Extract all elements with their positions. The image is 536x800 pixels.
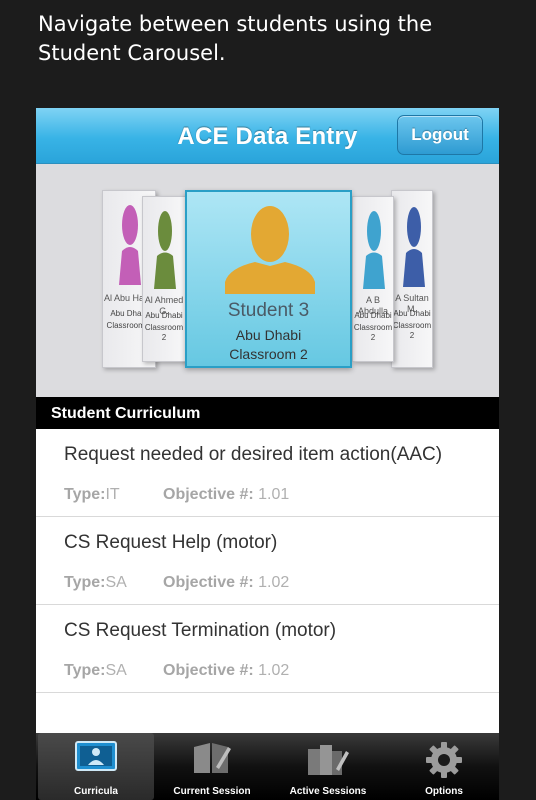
student-location: Abu Dhabi [354, 311, 392, 320]
student-classroom: Classroom 2 [392, 321, 432, 340]
tab-label: Options [425, 786, 463, 797]
logout-button[interactable]: Logout [397, 115, 483, 155]
tab-label: Active Sessions [289, 786, 367, 797]
student-card[interactable]: A B Abdulla Abu Dhabi Classroom 2 [352, 196, 394, 362]
objective-label: Objective #: [163, 486, 254, 503]
tab-curricula[interactable]: Curricula [38, 733, 154, 800]
student-carousel[interactable]: Al Abu Hajar Abu Dhabi Classroom 1 Al Ah… [36, 164, 499, 397]
student-avatar-icon [154, 211, 176, 289]
objective-label: Objective #: [163, 662, 254, 679]
student-location: Abu Dhabi [235, 327, 302, 343]
books-icon [308, 745, 349, 775]
objective-value: 1.01 [258, 486, 290, 503]
tab-current-session[interactable]: Current Session [154, 733, 270, 800]
type-value: SA [105, 574, 127, 591]
book-icon [194, 743, 231, 773]
type-value: SA [105, 662, 127, 679]
type-value: IT [105, 486, 120, 503]
curriculum-meta: Type:SA Objective #: 1.02 [64, 662, 289, 680]
objective-label: Objective #: [163, 574, 254, 591]
list-item[interactable]: CS Request Help (motor) Type:SA Objectiv… [36, 517, 499, 605]
nav-bar: ACE Data Entry Logout [36, 108, 499, 164]
student-classroom: Classroom 2 [229, 346, 308, 362]
type-label: Type: [64, 574, 106, 591]
instruction-caption: Navigate between students using the Stud… [38, 12, 433, 65]
id-card-icon [75, 741, 117, 771]
student-avatar-icon [363, 211, 385, 289]
tab-options[interactable]: Options [386, 733, 499, 800]
type-label: Type: [64, 662, 106, 679]
list-item[interactable]: CS Request Termination (motor) Type:SA O… [36, 605, 499, 693]
student-card[interactable]: A Sultan M. Abu Dhabi Classroom 2 [391, 190, 433, 368]
tab-active-sessions[interactable]: Active Sessions [270, 733, 386, 800]
curriculum-meta: Type:IT Objective #: 1.01 [64, 486, 289, 504]
list-item[interactable]: Request needed or desired item action(AA… [36, 429, 499, 517]
type-label: Type: [64, 486, 106, 503]
tab-label: Current Session [173, 786, 251, 797]
student-location: Abu Dhabi [393, 309, 431, 318]
student-card[interactable]: Al Ahmed G. Abu Dhabi Classroom 2 [142, 196, 186, 362]
objective-value: 1.02 [258, 662, 290, 679]
curriculum-title: CS Request Termination (motor) [64, 620, 337, 641]
gear-icon [426, 742, 462, 778]
student-avatar-icon [225, 206, 315, 294]
objective-value: 1.02 [258, 574, 290, 591]
student-avatar-icon [403, 207, 425, 287]
student-name: Student 3 [227, 300, 310, 321]
student-classroom: Classroom 2 [353, 323, 393, 342]
selected-student-card[interactable]: Student 3 Abu Dhabi Classroom 2 [185, 190, 352, 368]
section-header: Student Curriculum [36, 397, 499, 429]
app-screen: ACE Data Entry Logout Al Abu Hajar Abu D… [36, 108, 499, 800]
curriculum-title: CS Request Help (motor) [64, 532, 278, 553]
student-classroom: Classroom 2 [144, 323, 184, 342]
curriculum-list: Request needed or desired item action(AA… [36, 429, 499, 693]
curriculum-title: Request needed or desired item action(AA… [64, 444, 443, 465]
student-location: Abu Dhabi [145, 311, 183, 320]
student-avatar-icon [119, 205, 141, 285]
tab-label: Curricula [74, 786, 118, 797]
tab-bar: Curricula Current Session Active Session… [36, 733, 499, 800]
curriculum-meta: Type:SA Objective #: 1.02 [64, 574, 289, 592]
